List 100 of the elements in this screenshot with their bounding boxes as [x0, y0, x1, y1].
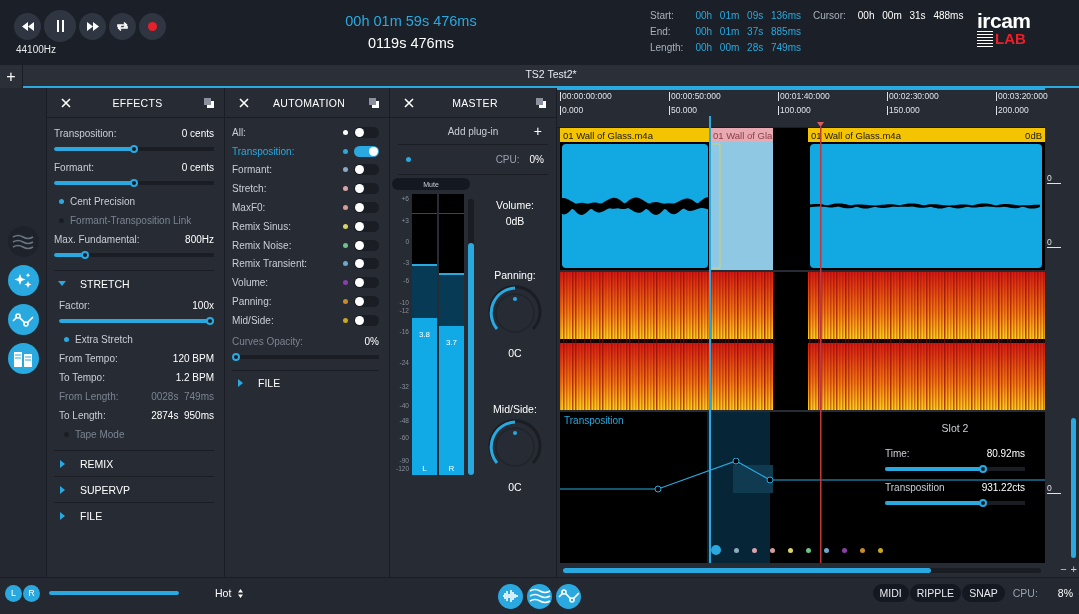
automation-label[interactable]: Panning:: [232, 296, 337, 308]
audio-clip-header[interactable]: 01 Wall of Glass.m4a: [560, 128, 710, 142]
close-icon: [61, 97, 71, 108]
copy-icon: [536, 97, 546, 108]
automation-label[interactable]: Remix Transient:: [232, 258, 337, 270]
automation-label[interactable]: Transposition:: [232, 145, 337, 157]
lane-dot[interactable]: [734, 547, 739, 553]
curve-view-button[interactable]: [556, 583, 582, 609]
ruler-timecode: 00:03:20:000: [996, 92, 1048, 101]
pause-button[interactable]: [44, 10, 76, 42]
slider-value: 931.22cts: [981, 482, 1025, 493]
loop-icon: [116, 20, 129, 32]
field-label: From Tempo:: [59, 353, 118, 364]
forward-button[interactable]: [79, 12, 106, 40]
section-header[interactable]: REMIX: [54, 450, 214, 476]
field-value: 2874s 950ms: [151, 410, 214, 421]
slider-thumb[interactable]: [978, 499, 987, 507]
field-label: From Length:: [59, 391, 119, 402]
scale-label: 0: [1047, 174, 1061, 184]
mode-select[interactable]: Hot: [215, 587, 244, 599]
rewind-button[interactable]: [14, 12, 41, 40]
volume-fader[interactable]: [468, 199, 474, 475]
selection-value: 00h 01m 37s 885ms: [695, 26, 801, 37]
automation-label[interactable]: Volume:: [232, 277, 337, 289]
toggle-switch[interactable]: [354, 220, 379, 232]
waves-view-button[interactable]: [527, 583, 553, 609]
section-header[interactable]: FILE: [232, 369, 379, 396]
lane-dot[interactable]: [770, 547, 775, 553]
slider-value: 80.92ms: [986, 448, 1025, 459]
loop-button[interactable]: [109, 12, 136, 40]
automation-label[interactable]: Stretch:: [232, 183, 337, 195]
zoom-in-button[interactable]: +: [1068, 563, 1079, 575]
toggle-switch[interactable]: [354, 258, 379, 270]
section-header[interactable]: STRETCH: [54, 270, 214, 296]
slider-thumb[interactable]: [232, 352, 240, 361]
close-button[interactable]: [404, 97, 414, 108]
automation-label[interactable]: Mid/Side:: [232, 314, 337, 326]
toggle-switch[interactable]: [354, 277, 379, 289]
field-label: To Tempo:: [59, 372, 105, 383]
toggle-button[interactable]: RIPPLE: [909, 584, 962, 602]
lane-dot[interactable]: [842, 547, 847, 553]
toggle-switch[interactable]: [354, 239, 379, 251]
add-plugin-button[interactable]: +: [533, 123, 542, 139]
scale-label: 0: [1047, 238, 1061, 248]
knob-label: Mid/Side:: [493, 403, 537, 415]
copy-button[interactable]: [536, 97, 546, 108]
slider-thumb[interactable]: [206, 317, 214, 325]
copy-button[interactable]: [204, 97, 214, 108]
lane-dot[interactable]: [806, 547, 811, 553]
toggle-switch[interactable]: [354, 296, 379, 308]
toggle-button[interactable]: SNAP: [962, 584, 1005, 602]
slider-thumb[interactable]: [130, 145, 138, 153]
close-icon: [404, 97, 414, 108]
toggle-switch[interactable]: [354, 314, 379, 326]
automation-label[interactable]: MaxF0:: [232, 202, 337, 214]
slider-thumb[interactable]: [978, 465, 987, 473]
selection-label: Length:: [650, 42, 684, 53]
toggle-switch[interactable]: [354, 183, 379, 195]
knob-label: Panning:: [494, 269, 536, 281]
clip-gain: 0dB: [1025, 129, 1042, 141]
lane-dot[interactable]: [878, 547, 883, 553]
curve-tool-button[interactable]: [7, 304, 39, 335]
channel-label: L: [422, 464, 427, 473]
slider-thumb[interactable]: [130, 179, 138, 187]
lane-dot[interactable]: [824, 547, 829, 553]
horizontal-scrollbar[interactable]: [563, 567, 1041, 573]
toggle-switch[interactable]: [354, 145, 379, 157]
toggle-switch[interactable]: [354, 126, 379, 138]
curve-icon: [557, 589, 580, 603]
automation-label[interactable]: Formant:: [232, 164, 337, 176]
automation-label[interactable]: Remix Sinus:: [232, 220, 337, 232]
zoom-out-button[interactable]: −: [1058, 563, 1069, 575]
lane-dot[interactable]: [860, 547, 865, 553]
copy-button[interactable]: [369, 97, 379, 108]
section-header[interactable]: FILE: [54, 502, 214, 528]
columns-icon: [13, 349, 33, 368]
slider-label: Curves Opacity:: [232, 335, 304, 347]
ruler-seconds: 100.000: [778, 106, 811, 115]
lane-dot[interactable]: [752, 547, 757, 553]
close-button[interactable]: [61, 97, 71, 108]
sparkle-tool-button[interactable]: [7, 265, 39, 296]
option-dot[interactable]: [59, 199, 64, 204]
option-dot[interactable]: [64, 337, 69, 342]
columns-tool-button[interactable]: [7, 343, 39, 374]
automation-label[interactable]: All:: [232, 126, 337, 138]
record-button[interactable]: [139, 12, 166, 40]
close-button[interactable]: [239, 97, 249, 108]
wave-view-button[interactable]: [498, 583, 524, 609]
slider-thumb[interactable]: [81, 251, 90, 259]
toggle-switch[interactable]: [354, 164, 379, 176]
section-header[interactable]: SUPERVP: [54, 476, 214, 502]
knob-value: 0C: [508, 481, 522, 493]
toggle-switch[interactable]: [354, 202, 379, 214]
lane-dot[interactable]: [711, 545, 721, 555]
toggle-button[interactable]: MIDI: [872, 584, 909, 602]
sample-rate: 44100Hz: [16, 44, 58, 55]
lane-dot[interactable]: [788, 547, 793, 553]
automation-label[interactable]: Remix Noise:: [232, 239, 337, 251]
waves-tool-button[interactable]: [7, 226, 39, 257]
caret-right-icon: [236, 379, 244, 388]
